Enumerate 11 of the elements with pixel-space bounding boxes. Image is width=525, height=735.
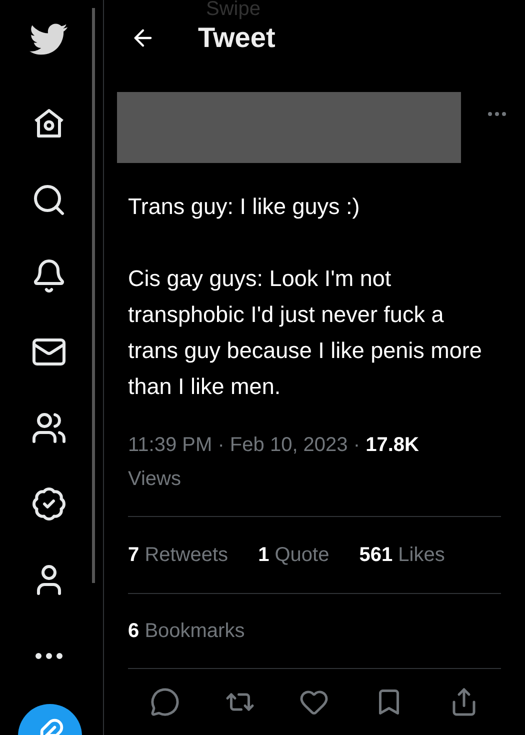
verified-badge-icon[interactable] <box>30 486 66 522</box>
reply-icon[interactable] <box>150 687 180 718</box>
bookmarks-link[interactable]: 6 Bookmarks <box>128 616 245 646</box>
stat-link[interactable]: 1 Quote <box>258 540 330 570</box>
page-title: Tweet <box>198 21 276 56</box>
tweet-timestamp: 11:39 PM · Feb 10, 2023 · 17.8K Views <box>128 433 420 492</box>
stat-link[interactable]: 7 Retweets <box>128 540 228 570</box>
people-icon[interactable] <box>30 410 66 446</box>
stat-link[interactable]: 561 Likes <box>359 540 445 570</box>
tweet-text: Trans guy: I like guys :) <box>128 193 361 222</box>
tweet-text: Cis gay guys: Look I'm not transphobic I'd just never fuck a trans guy because I like penis more than I like men. <box>128 265 483 402</box>
